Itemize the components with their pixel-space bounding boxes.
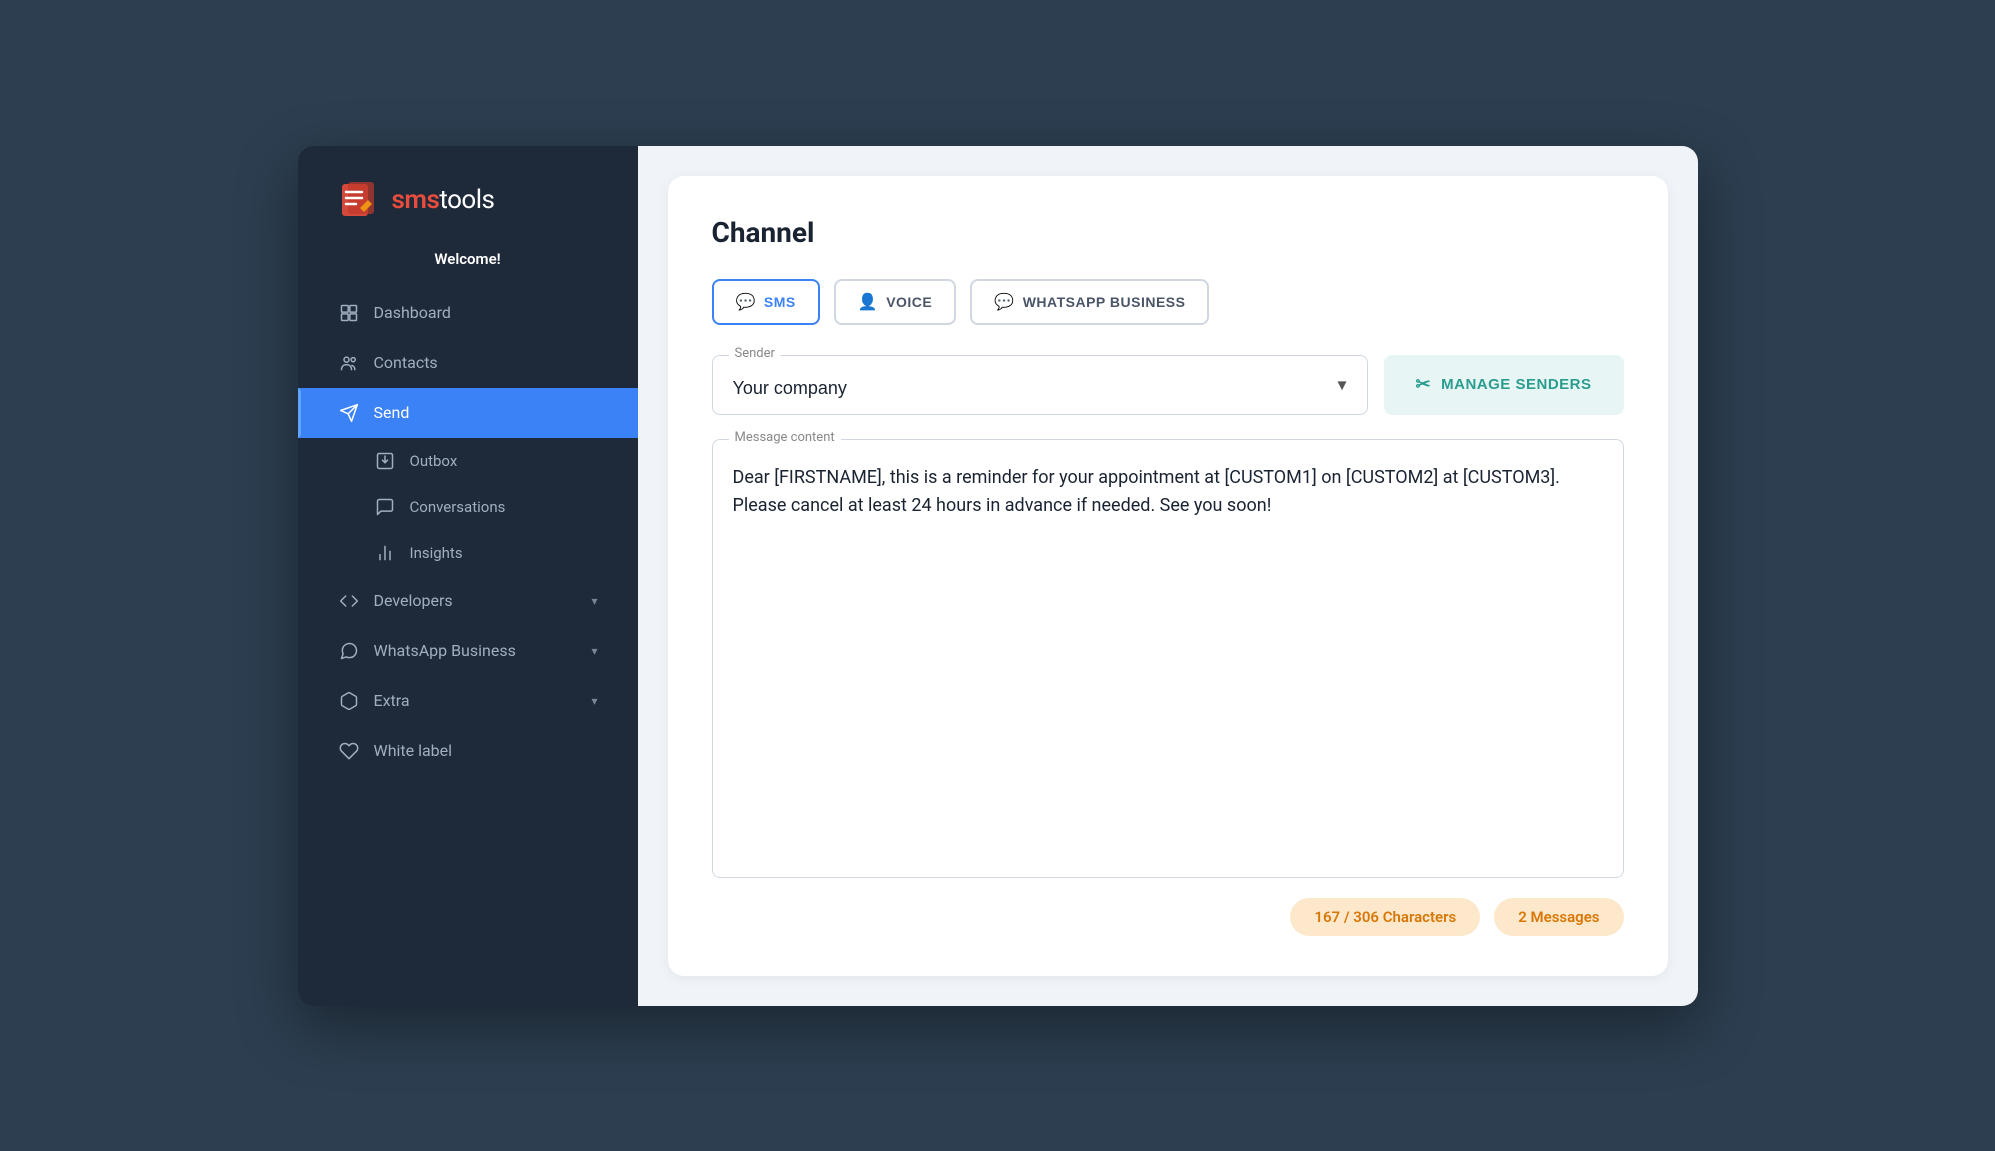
voice-tab-icon: 👤 xyxy=(858,292,878,312)
main-content: Channel 💬 SMS 👤 VOICE 💬 WHATSAPP BUSINES… xyxy=(638,146,1698,1006)
sidebar-item-outbox[interactable]: Outbox xyxy=(298,438,638,484)
conversations-icon xyxy=(374,496,396,518)
sidebar-item-extra[interactable]: Extra ▾ xyxy=(298,676,638,726)
whatsapp-tab-icon: 💬 xyxy=(994,292,1014,312)
contacts-icon xyxy=(338,352,360,374)
outbox-icon xyxy=(374,450,396,472)
sidebar-item-whatsapp-business[interactable]: WhatsApp Business ▾ xyxy=(298,626,638,676)
extra-icon xyxy=(338,690,360,712)
main-card: Channel 💬 SMS 👤 VOICE 💬 WHATSAPP BUSINES… xyxy=(668,176,1668,976)
sidebar-item-send[interactable]: Send xyxy=(298,388,638,438)
sidebar-item-contacts[interactable]: Contacts xyxy=(298,338,638,388)
page-title: Channel xyxy=(712,216,1624,249)
messages-badge: 2 Messages xyxy=(1494,898,1623,936)
sender-row: Sender Your company ▾ ✂ MANAGE SENDERS xyxy=(712,355,1624,415)
sidebar-item-white-label[interactable]: White label xyxy=(298,726,638,776)
sidebar-item-insights-label: Insights xyxy=(410,544,463,562)
manage-senders-label: MANAGE SENDERS xyxy=(1441,376,1591,393)
send-icon xyxy=(338,402,360,424)
sidebar-item-insights[interactable]: Insights xyxy=(298,530,638,576)
sidebar-item-conversations[interactable]: Conversations xyxy=(298,484,638,530)
manage-senders-button[interactable]: ✂ MANAGE SENDERS xyxy=(1384,355,1624,415)
sidebar-item-developers-label: Developers xyxy=(374,591,453,610)
message-section: Message content xyxy=(712,439,1624,878)
stats-row: 167 / 306 Characters 2 Messages xyxy=(712,898,1624,936)
tab-voice-label: VOICE xyxy=(886,294,932,310)
whatsapp-chevron-icon: ▾ xyxy=(591,644,597,658)
sidebar: smstools Welcome! Dashboard Contacts xyxy=(298,146,638,1006)
sidebar-item-developers[interactable]: Developers ▾ xyxy=(298,576,638,626)
sidebar-item-outbox-label: Outbox xyxy=(410,452,458,470)
scissors-icon: ✂ xyxy=(1416,374,1432,395)
channel-tabs: 💬 SMS 👤 VOICE 💬 WHATSAPP BUSINESS xyxy=(712,279,1624,325)
sidebar-item-dashboard-label: Dashboard xyxy=(374,303,451,322)
characters-badge: 167 / 306 Characters xyxy=(1290,898,1480,936)
tab-voice[interactable]: 👤 VOICE xyxy=(834,279,957,325)
logo-text: smstools xyxy=(392,185,495,215)
developers-chevron-icon: ▾ xyxy=(591,594,597,608)
sidebar-item-whatsapp-label: WhatsApp Business xyxy=(374,641,516,660)
sidebar-item-contacts-label: Contacts xyxy=(374,353,438,372)
sidebar-item-conversations-label: Conversations xyxy=(410,498,506,516)
whatsapp-icon xyxy=(338,640,360,662)
insights-icon xyxy=(374,542,396,564)
nav-list: Dashboard Contacts Send xyxy=(298,288,638,1006)
sender-select[interactable]: Your company xyxy=(733,356,1347,414)
extra-chevron-icon: ▾ xyxy=(591,694,597,708)
app-wrapper: smstools Welcome! Dashboard Contacts xyxy=(298,146,1698,1006)
tab-whatsapp-business[interactable]: 💬 WHATSAPP BUSINESS xyxy=(970,279,1209,325)
sender-field: Sender Your company ▾ xyxy=(712,355,1368,415)
tab-whatsapp-label: WHATSAPP BUSINESS xyxy=(1023,294,1186,310)
dashboard-icon xyxy=(338,302,360,324)
logo: smstools xyxy=(298,146,638,242)
welcome-text: Welcome! xyxy=(298,242,638,288)
message-label: Message content xyxy=(729,430,841,445)
sidebar-item-dashboard[interactable]: Dashboard xyxy=(298,288,638,338)
logo-icon xyxy=(338,178,382,222)
sidebar-item-send-label: Send xyxy=(374,403,410,422)
message-textarea[interactable] xyxy=(733,464,1603,857)
sms-tab-icon: 💬 xyxy=(736,292,756,312)
select-wrapper: Your company ▾ xyxy=(733,356,1347,414)
developers-icon xyxy=(338,590,360,612)
tab-sms-label: SMS xyxy=(764,294,796,310)
white-label-icon xyxy=(338,740,360,762)
tab-sms[interactable]: 💬 SMS xyxy=(712,279,820,325)
sidebar-item-white-label-label: White label xyxy=(374,741,453,760)
sidebar-item-extra-label: Extra xyxy=(374,691,410,710)
